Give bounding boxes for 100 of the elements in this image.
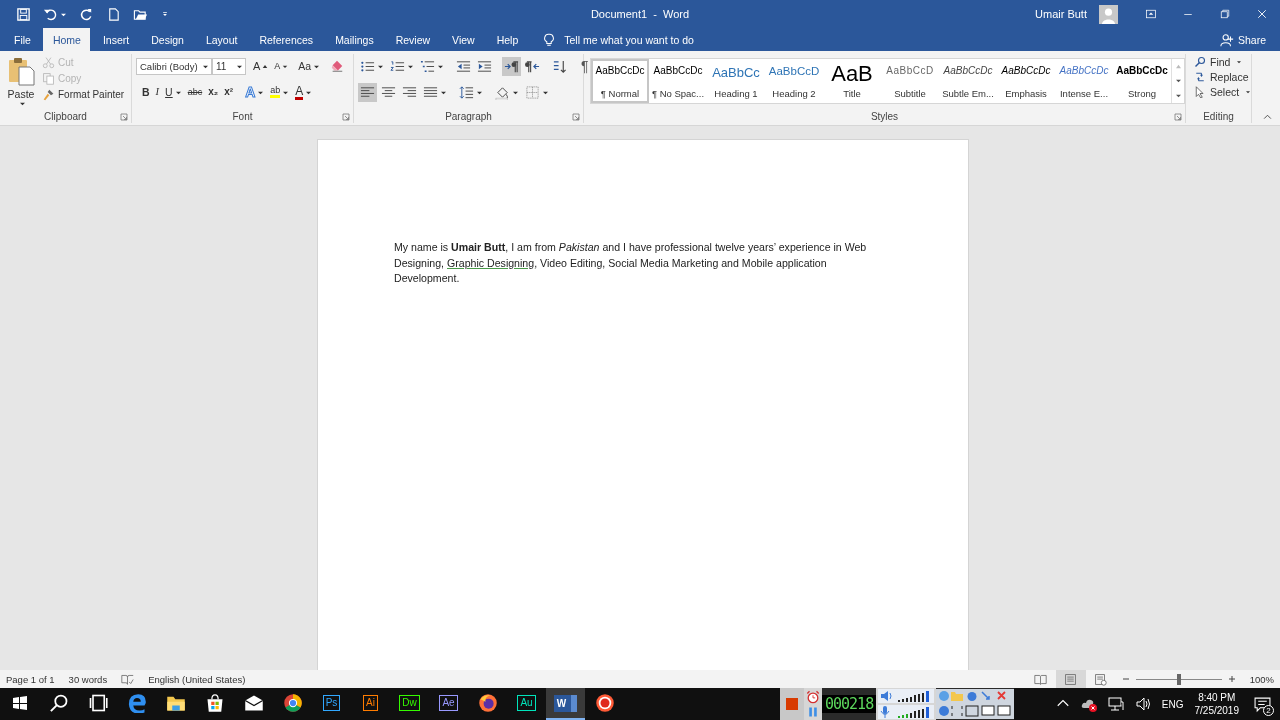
- dialog-launcher-icon[interactable]: [342, 113, 350, 121]
- superscript-button[interactable]: x²: [221, 83, 237, 101]
- clock[interactable]: 8:40 PM 7/25/2019: [1194, 691, 1239, 717]
- style-option[interactable]: AaBbCcDc Strong: [1113, 59, 1171, 103]
- browser-icon: [126, 693, 147, 713]
- undo-icon: [43, 6, 58, 22]
- close-icon: [1255, 8, 1268, 20]
- ribbon-tab[interactable]: View: [442, 28, 484, 51]
- new-document-icon: [106, 6, 121, 22]
- ribbon-tab[interactable]: Help: [486, 28, 528, 51]
- ribbon-tab[interactable]: Review: [385, 28, 440, 51]
- group-label: Paragraph: [445, 110, 492, 122]
- page-count[interactable]: Page 1 of 1: [6, 673, 55, 685]
- input-language[interactable]: ENG: [1161, 698, 1184, 710]
- tell-me-search[interactable]: Tell me what you want to do: [542, 28, 694, 51]
- copy-icon: [42, 72, 55, 85]
- share-button[interactable]: Share: [1219, 28, 1266, 51]
- ribbon-tab[interactable]: Design: [141, 28, 193, 51]
- zoom-slider-thumb[interactable]: [1176, 673, 1181, 685]
- notification-center-button[interactable]: 2: [1250, 692, 1274, 716]
- caret-icon: [476, 89, 483, 95]
- word-count[interactable]: 30 words: [68, 673, 108, 685]
- caret-icon: [407, 63, 414, 69]
- app-button[interactable]: Au: [507, 688, 546, 720]
- align-left-button[interactable]: [358, 82, 377, 102]
- language-label[interactable]: English (United States): [148, 673, 246, 685]
- user-name: Umair Butt: [1035, 8, 1087, 20]
- search-icon: [48, 693, 69, 713]
- style-option[interactable]: AaBbCcD Subtitle: [881, 59, 939, 103]
- show-formatting-marks-button[interactable]: ¶: [579, 56, 591, 76]
- word-app-button[interactable]: W: [546, 688, 585, 720]
- strikethrough-button[interactable]: abc: [184, 83, 206, 101]
- app-button[interactable]: Ae: [429, 688, 468, 720]
- proofing-icon[interactable]: [121, 672, 135, 686]
- align-right-icon: [402, 84, 417, 100]
- select-button[interactable]: Select: [1194, 86, 1251, 98]
- group-label: Editing: [1203, 110, 1234, 122]
- print-layout-button[interactable]: [1055, 670, 1086, 688]
- windows-logo-icon: [11, 695, 28, 711]
- replace-button[interactable]: Replace: [1194, 71, 1251, 83]
- caret-icon: [236, 63, 243, 69]
- change-case-button[interactable]: Aa: [295, 57, 324, 75]
- recorder-tools-drawing[interactable]: [936, 689, 1015, 719]
- shrink-font-button[interactable]: A: [271, 57, 292, 75]
- ribbon-tab[interactable]: File: [4, 28, 40, 51]
- paste-button[interactable]: Paste: [4, 54, 38, 109]
- more-styles-icon[interactable]: [1174, 93, 1182, 99]
- document-paragraph: My name is Umair Butt, I am from Pakistan and I have professional twelve years’ experience in Web Designing, Graphic Designing, Video Editing, Social Media Marketing and Mobile application Development.: [394, 240, 868, 286]
- zoom-in-icon[interactable]: [1227, 675, 1236, 683]
- network-icon[interactable]: [1107, 696, 1124, 712]
- dialog-launcher-icon[interactable]: [1174, 113, 1182, 121]
- alarm-clock-icon[interactable]: [806, 690, 820, 704]
- increase-indent-icon: [477, 58, 492, 74]
- volume-icon[interactable]: [1134, 696, 1151, 712]
- font-size-field[interactable]: 11: [212, 57, 246, 75]
- style-option[interactable]: AaBbCcDc ¶ Normal: [591, 59, 649, 103]
- clipboard-icon: [6, 55, 36, 87]
- style-option[interactable]: AaBbCcDc Intense E...: [1055, 59, 1113, 103]
- envelope-icon: [243, 693, 264, 713]
- style-option[interactable]: AaBbCcDc Emphasis: [997, 59, 1055, 103]
- ribbon-tab[interactable]: References: [249, 28, 323, 51]
- font-name-field[interactable]: Calibri (Body): [136, 57, 212, 75]
- stop-icon: [784, 696, 800, 712]
- ribbon-tab[interactable]: Insert: [92, 28, 139, 51]
- browser-icon: [477, 693, 498, 713]
- style-option[interactable]: AaBbCc Heading 1: [707, 59, 765, 103]
- ribbon-tab[interactable]: Mailings: [325, 28, 383, 51]
- dialog-launcher-icon[interactable]: [120, 113, 128, 121]
- notification-count: 2: [1263, 705, 1274, 716]
- app-button[interactable]: Dw: [390, 688, 429, 720]
- dialog-launcher-icon[interactable]: [572, 113, 580, 121]
- zoom-level[interactable]: 100%: [1249, 673, 1274, 685]
- highlight-button[interactable]: ab: [267, 83, 293, 101]
- style-option[interactable]: AaBbCcDc ¶ No Spac...: [649, 59, 707, 103]
- style-option[interactable]: AaBbCcDc Subtle Em...: [939, 59, 997, 103]
- italic-button[interactable]: I: [152, 83, 163, 101]
- right-to-left-icon: [525, 58, 540, 74]
- app-button[interactable]: Ai: [351, 688, 390, 720]
- group-label: Clipboard: [44, 110, 87, 122]
- underline-button[interactable]: U: [162, 83, 185, 101]
- caret-icon: [440, 89, 447, 95]
- app-button[interactable]: Ps: [312, 688, 351, 720]
- caret-icon: [18, 101, 26, 106]
- bold-button[interactable]: B: [136, 83, 153, 101]
- style-option[interactable]: AaBbCcD Heading 2: [765, 59, 823, 103]
- collapse-ribbon-icon[interactable]: [1263, 113, 1272, 122]
- paintbrush-icon: [42, 88, 55, 101]
- record-icon: [594, 693, 615, 713]
- ribbon-tab[interactable]: Home: [42, 28, 90, 51]
- subscript-button[interactable]: x₂: [205, 83, 222, 101]
- ribbon-tab[interactable]: Layout: [195, 28, 247, 51]
- grow-font-button[interactable]: A: [250, 57, 272, 75]
- format-painter-button[interactable]: Format Painter: [42, 88, 125, 101]
- left-to-right-button[interactable]: [502, 56, 521, 76]
- find-button[interactable]: Find: [1194, 56, 1251, 68]
- window-title: Document1 - Word: [590, 8, 690, 20]
- stop-record-button[interactable]: [780, 688, 804, 720]
- scroll-down-icon[interactable]: [1174, 78, 1182, 84]
- font-color-button[interactable]: A: [292, 83, 316, 101]
- style-option[interactable]: AaB Title: [823, 59, 881, 103]
